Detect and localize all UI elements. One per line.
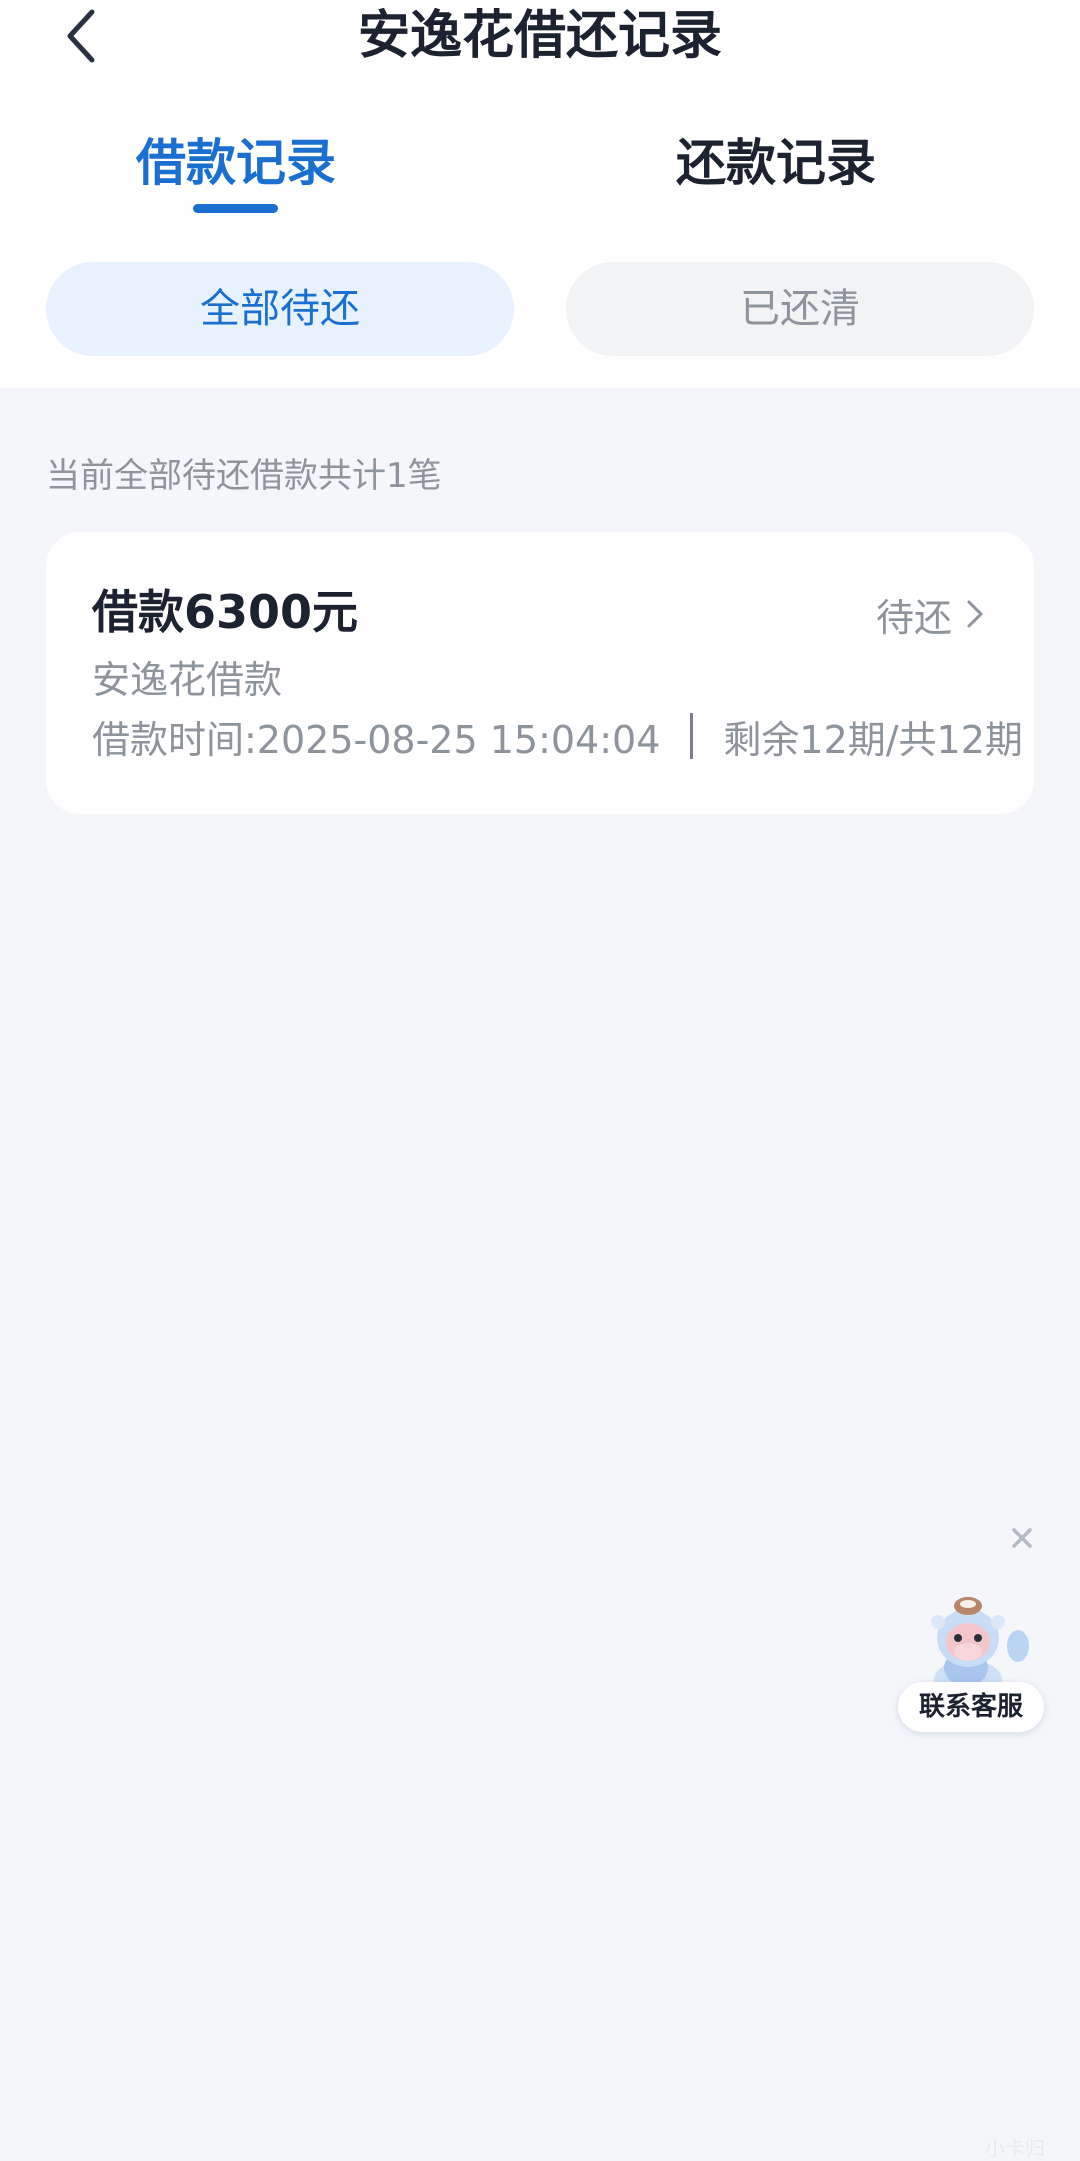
loan-product: 安逸花借款 [92,658,283,702]
loan-status[interactable]: 待还 [876,586,984,642]
loan-amount: 借款6300元 [92,585,359,639]
close-support-icon[interactable] [1006,1522,1038,1554]
active-tab-indicator [193,204,278,213]
watermark: 小卡归 [985,2136,1045,2160]
chevron-right-icon [967,600,983,628]
loan-meta: 借款时间:2025-08-25 15:04:04 剩余12期/共12期 [92,708,1023,764]
pending-summary: 当前全部待还借款共计1笔 [46,456,442,496]
tab-repay-records[interactable]: 还款记录 [626,118,926,208]
support-mascot-icon[interactable] [926,1580,1038,1698]
top-panel: 安逸花借还记录 借款记录 还款记录 全部待还 已还清 [0,0,1080,388]
remaining-periods: 剩余12期/共12期 [723,717,1023,762]
contact-support-button[interactable]: 联系客服 [898,1682,1044,1732]
filter-all-pending[interactable]: 全部待还 [46,262,514,356]
borrow-time: 借款时间:2025-08-25 15:04:04 [92,717,661,762]
loan-status-label: 待还 [875,595,952,640]
loan-card[interactable]: 借款6300元 待还 安逸花借款 借款时间:2025-08-25 15:04:0… [46,532,1034,814]
tab-borrow-records[interactable]: 借款记录 [86,118,386,208]
filter-cleared[interactable]: 已还清 [566,262,1034,356]
page-title: 安逸花借还记录 [357,6,722,66]
meta-divider [690,713,694,759]
